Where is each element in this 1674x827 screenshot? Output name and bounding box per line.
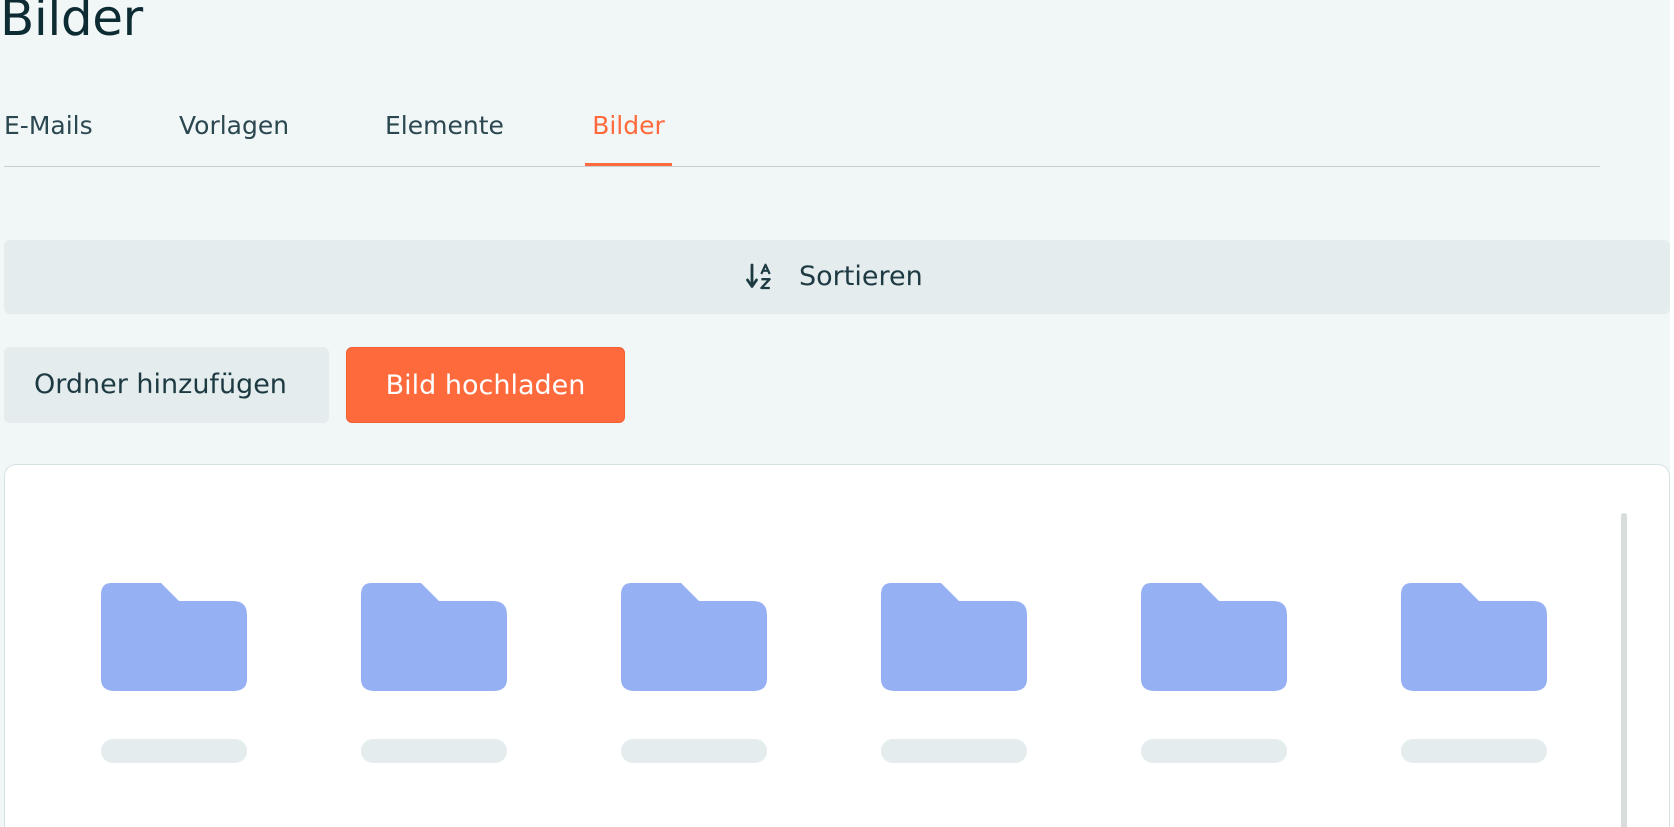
folder-name-placeholder: [881, 739, 1027, 763]
folder-name-placeholder: [361, 739, 507, 763]
folder-name-placeholder: [1401, 739, 1547, 763]
images-page: Bilder E-Mails Vorlagen Elemente Bilder …: [0, 0, 1674, 827]
folder-name-placeholder: [1141, 739, 1287, 763]
upload-image-button[interactable]: Bild hochladen: [346, 347, 625, 423]
folder-item[interactable]: [881, 583, 1027, 763]
page-edge: [1670, 0, 1674, 827]
folder-icon: [1401, 583, 1547, 691]
tab-bar: E-Mails Vorlagen Elemente Bilder: [4, 96, 1600, 167]
tab-emails[interactable]: E-Mails: [4, 110, 114, 166]
folder-item[interactable]: [621, 583, 767, 763]
folder-name-placeholder: [621, 739, 767, 763]
page-title: Bilder: [0, 0, 143, 47]
folder-icon: [361, 583, 507, 691]
add-folder-button[interactable]: Ordner hinzufügen: [4, 347, 329, 423]
gallery-scrollbar[interactable]: [1621, 513, 1627, 827]
tab-elements[interactable]: Elemente: [385, 110, 520, 166]
tab-images[interactable]: Bilder: [585, 110, 672, 166]
sort-label: Sortieren: [799, 261, 923, 292]
folder-item[interactable]: [101, 583, 247, 763]
folder-icon: [101, 583, 247, 691]
folder-icon: [881, 583, 1027, 691]
folder-item[interactable]: [1141, 583, 1287, 763]
folder-icon: [1141, 583, 1287, 691]
folder-icon: [621, 583, 767, 691]
tab-templates[interactable]: Vorlagen: [179, 110, 307, 166]
folder-name-placeholder: [101, 739, 247, 763]
folder-item[interactable]: [361, 583, 507, 763]
folder-item[interactable]: [1401, 583, 1547, 763]
sort-button[interactable]: Sortieren: [4, 240, 1670, 314]
image-gallery: [4, 464, 1670, 827]
sort-alpha-icon: [746, 263, 776, 291]
